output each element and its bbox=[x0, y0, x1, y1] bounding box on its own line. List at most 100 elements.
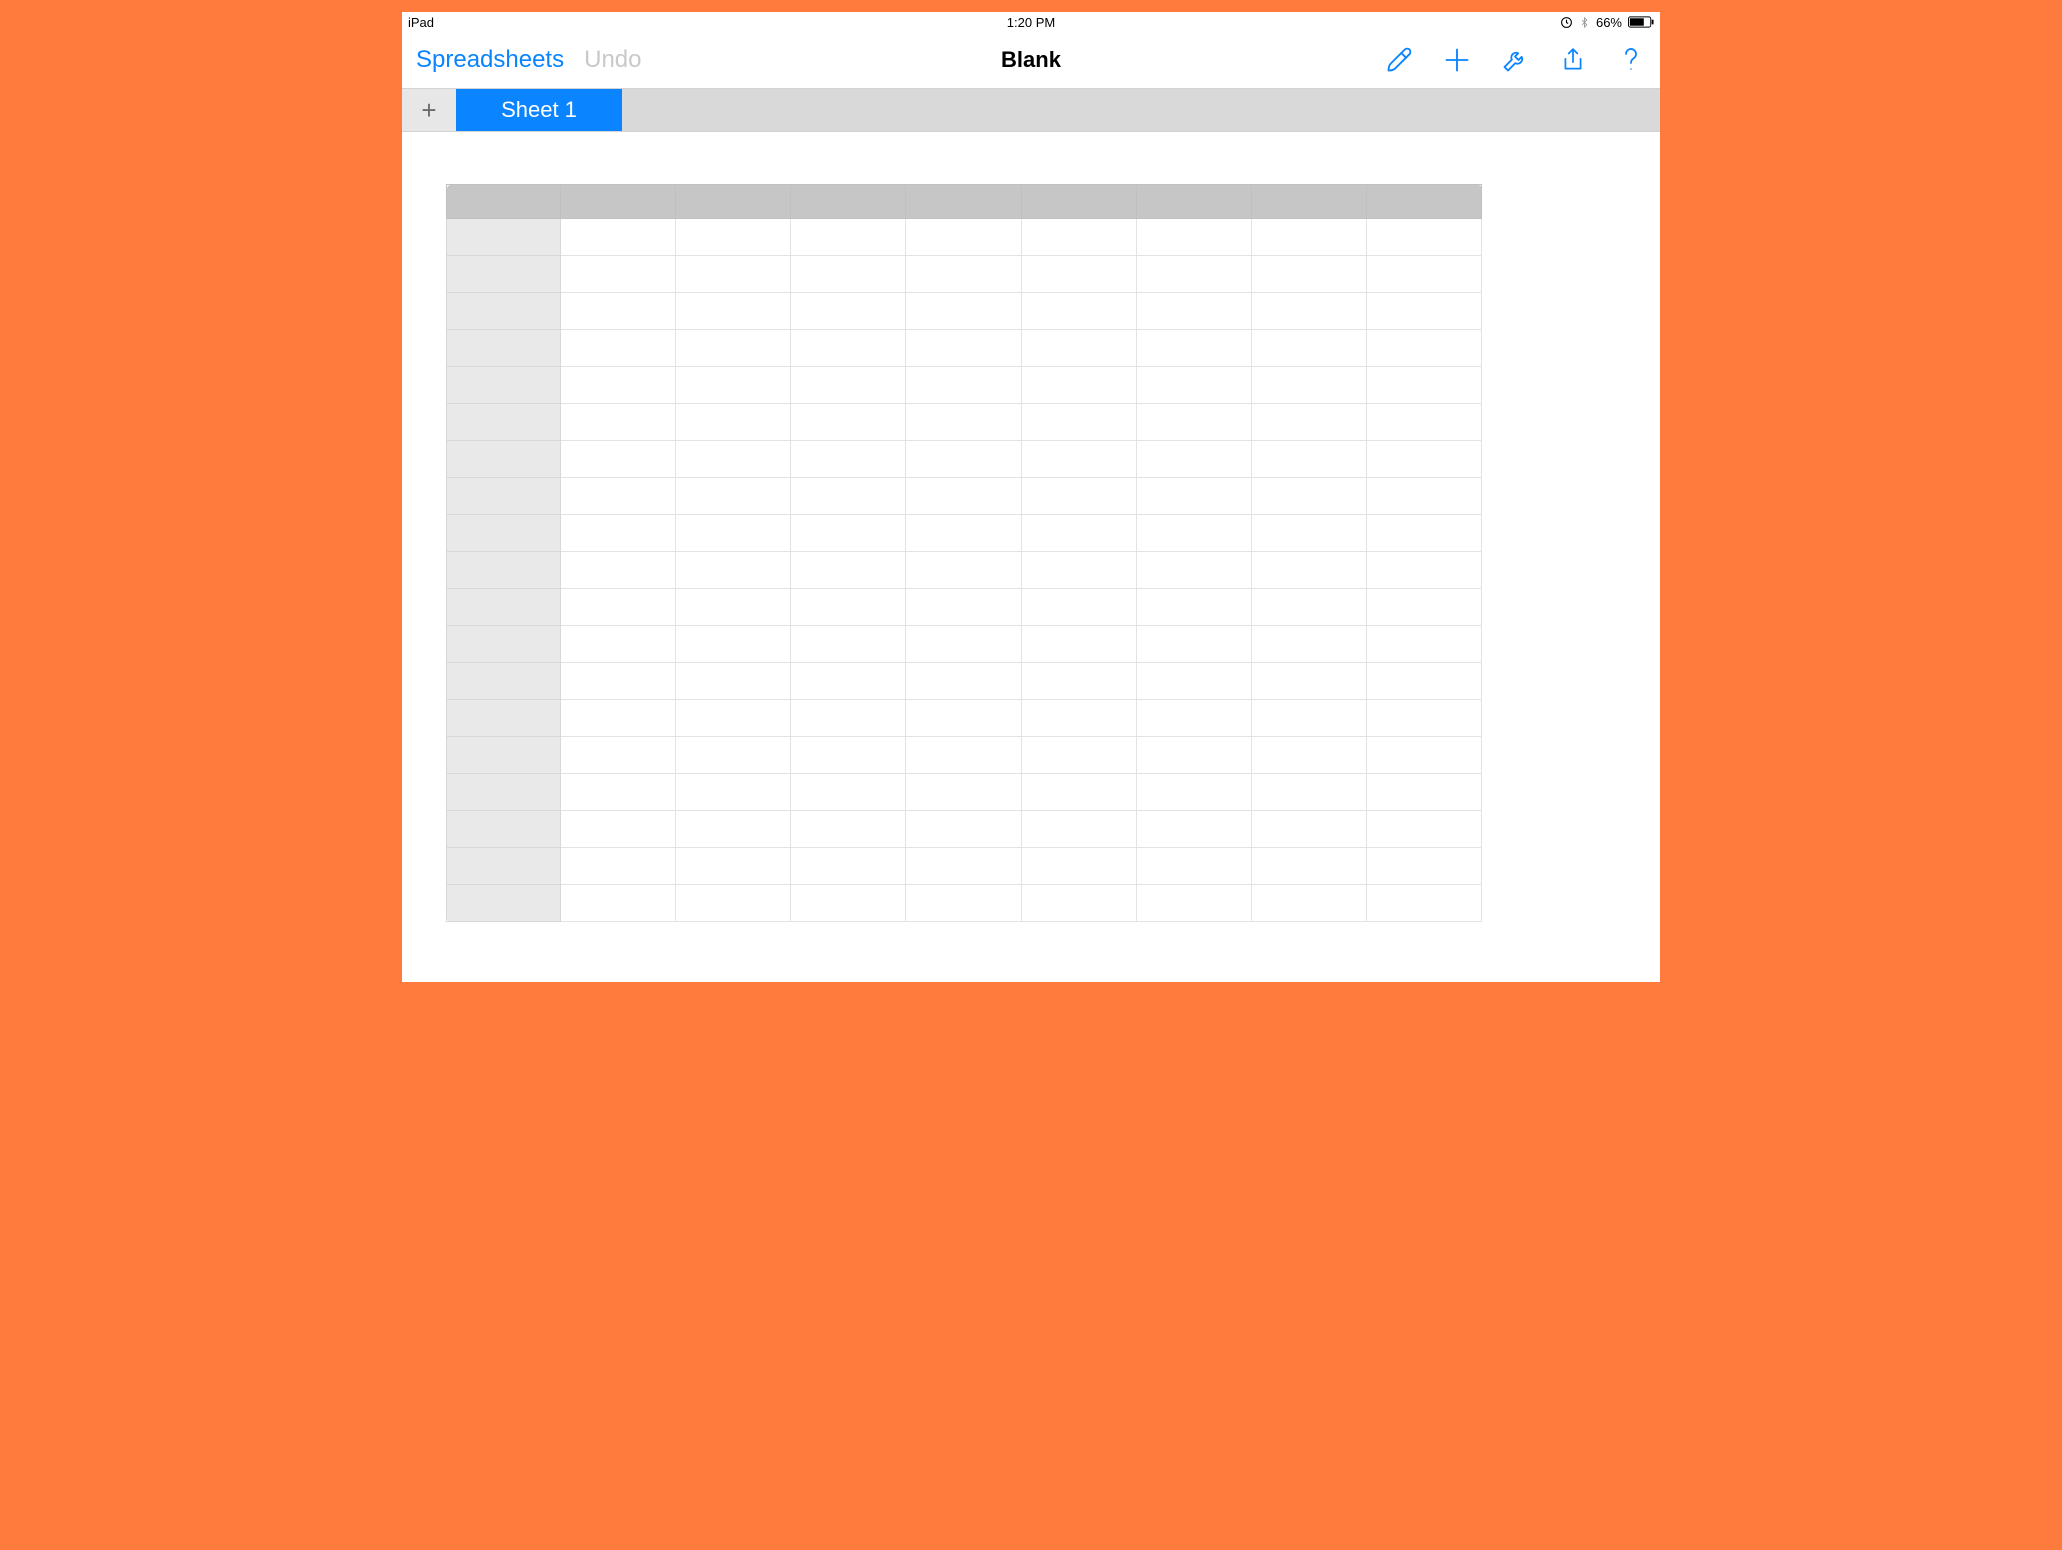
cell[interactable] bbox=[791, 478, 906, 515]
cell[interactable] bbox=[906, 885, 1021, 922]
cell[interactable] bbox=[1366, 589, 1481, 626]
cell[interactable] bbox=[1021, 367, 1136, 404]
row-header[interactable] bbox=[447, 367, 561, 404]
cell[interactable] bbox=[1251, 589, 1366, 626]
cell[interactable] bbox=[1136, 774, 1251, 811]
cell[interactable] bbox=[1021, 256, 1136, 293]
cell[interactable] bbox=[676, 515, 791, 552]
cell[interactable] bbox=[1021, 515, 1136, 552]
cell[interactable] bbox=[1136, 330, 1251, 367]
cell[interactable] bbox=[1251, 256, 1366, 293]
cell[interactable] bbox=[906, 774, 1021, 811]
cell[interactable] bbox=[906, 219, 1021, 256]
cell[interactable] bbox=[561, 367, 676, 404]
cell[interactable] bbox=[1251, 811, 1366, 848]
row-header[interactable] bbox=[447, 700, 561, 737]
cell[interactable] bbox=[676, 404, 791, 441]
cell[interactable] bbox=[906, 552, 1021, 589]
cell[interactable] bbox=[791, 256, 906, 293]
cell[interactable] bbox=[906, 626, 1021, 663]
wrench-icon[interactable] bbox=[1500, 45, 1530, 75]
cell[interactable] bbox=[676, 700, 791, 737]
cell[interactable] bbox=[1136, 441, 1251, 478]
cell[interactable] bbox=[1251, 219, 1366, 256]
row-header[interactable] bbox=[447, 219, 561, 256]
cell[interactable] bbox=[1136, 256, 1251, 293]
cell[interactable] bbox=[1021, 848, 1136, 885]
cell[interactable] bbox=[676, 626, 791, 663]
cell[interactable] bbox=[561, 552, 676, 589]
spreadsheet-canvas[interactable] bbox=[402, 132, 1660, 982]
row-header[interactable] bbox=[447, 774, 561, 811]
document-title[interactable]: Blank bbox=[1001, 47, 1061, 73]
row-header[interactable] bbox=[447, 848, 561, 885]
row-header[interactable] bbox=[447, 811, 561, 848]
cell[interactable] bbox=[561, 885, 676, 922]
cell[interactable] bbox=[1366, 848, 1481, 885]
cell[interactable] bbox=[676, 256, 791, 293]
cell[interactable] bbox=[791, 589, 906, 626]
cell[interactable] bbox=[561, 330, 676, 367]
cell[interactable] bbox=[906, 737, 1021, 774]
column-header[interactable] bbox=[906, 185, 1021, 219]
cell[interactable] bbox=[561, 515, 676, 552]
cell[interactable] bbox=[906, 478, 1021, 515]
cell[interactable] bbox=[1021, 700, 1136, 737]
cell[interactable] bbox=[1251, 478, 1366, 515]
cell[interactable] bbox=[1366, 293, 1481, 330]
row-header[interactable] bbox=[447, 515, 561, 552]
cell[interactable] bbox=[1251, 626, 1366, 663]
cell[interactable] bbox=[1021, 737, 1136, 774]
sheet-tab-1[interactable]: Sheet 1 bbox=[456, 89, 622, 131]
cell[interactable] bbox=[791, 848, 906, 885]
cell[interactable] bbox=[561, 256, 676, 293]
cell[interactable] bbox=[676, 885, 791, 922]
cell[interactable] bbox=[906, 848, 1021, 885]
cell[interactable] bbox=[676, 293, 791, 330]
cell[interactable] bbox=[791, 663, 906, 700]
share-icon[interactable] bbox=[1558, 45, 1588, 75]
cell[interactable] bbox=[1251, 367, 1366, 404]
cell[interactable] bbox=[1366, 663, 1481, 700]
row-header[interactable] bbox=[447, 256, 561, 293]
cell[interactable] bbox=[1251, 404, 1366, 441]
cell[interactable] bbox=[1021, 626, 1136, 663]
row-header[interactable] bbox=[447, 330, 561, 367]
cell[interactable] bbox=[791, 774, 906, 811]
back-to-spreadsheets[interactable]: Spreadsheets bbox=[416, 46, 564, 74]
cell[interactable] bbox=[561, 663, 676, 700]
cell[interactable] bbox=[561, 700, 676, 737]
cell[interactable] bbox=[791, 626, 906, 663]
cell[interactable] bbox=[906, 663, 1021, 700]
cell[interactable] bbox=[561, 626, 676, 663]
column-header[interactable] bbox=[1021, 185, 1136, 219]
cell[interactable] bbox=[561, 589, 676, 626]
cell[interactable] bbox=[561, 219, 676, 256]
cell[interactable] bbox=[561, 478, 676, 515]
column-header[interactable] bbox=[1136, 185, 1251, 219]
row-header[interactable] bbox=[447, 885, 561, 922]
cell[interactable] bbox=[1021, 774, 1136, 811]
cell[interactable] bbox=[1366, 256, 1481, 293]
cell[interactable] bbox=[906, 330, 1021, 367]
cell[interactable] bbox=[791, 404, 906, 441]
row-header[interactable] bbox=[447, 589, 561, 626]
cell[interactable] bbox=[1021, 330, 1136, 367]
cell[interactable] bbox=[906, 293, 1021, 330]
column-header[interactable] bbox=[791, 185, 906, 219]
cell[interactable] bbox=[1251, 663, 1366, 700]
cell[interactable] bbox=[1136, 811, 1251, 848]
cell[interactable] bbox=[1136, 367, 1251, 404]
row-header[interactable] bbox=[447, 737, 561, 774]
column-header[interactable] bbox=[1251, 185, 1366, 219]
cell[interactable] bbox=[676, 737, 791, 774]
cell[interactable] bbox=[1366, 626, 1481, 663]
row-header[interactable] bbox=[447, 441, 561, 478]
cell[interactable] bbox=[1136, 552, 1251, 589]
cell[interactable] bbox=[676, 589, 791, 626]
grid-corner[interactable] bbox=[447, 185, 561, 219]
cell[interactable] bbox=[791, 737, 906, 774]
cell[interactable] bbox=[906, 256, 1021, 293]
cell[interactable] bbox=[906, 404, 1021, 441]
cell[interactable] bbox=[1251, 774, 1366, 811]
